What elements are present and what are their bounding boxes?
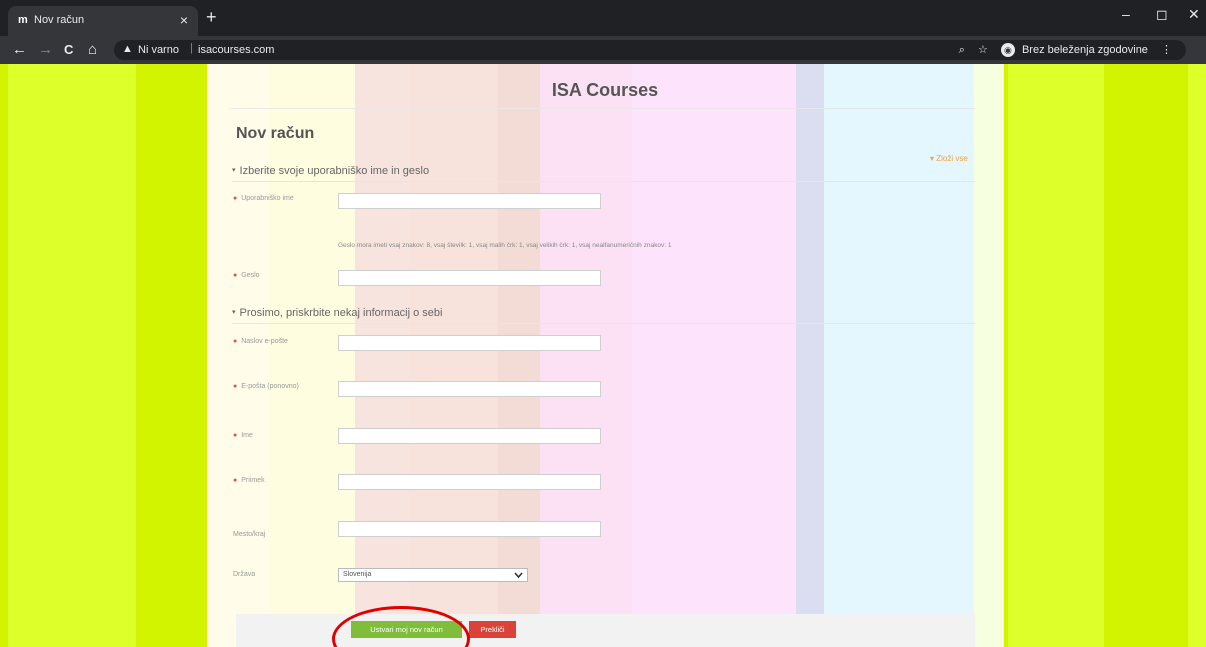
email-input[interactable]: [338, 335, 601, 351]
section-username-password[interactable]: ▾ Izberite svoje uporabniško ime in geslo: [232, 165, 429, 177]
url-separator: |: [190, 42, 193, 54]
cancel-button[interactable]: Prekliči: [469, 621, 516, 638]
password-input[interactable]: [338, 270, 601, 286]
back-arrow-icon[interactable]: ←: [12, 41, 27, 59]
lastname-input[interactable]: [338, 474, 601, 490]
browser-toolbar: ← → C ⌂ ▲ Ni varno | isacourses.com ⌕ ☆ …: [0, 36, 1206, 64]
page-viewport: ISA Courses Nov račun ▾ Zloži vse ▾ Izber…: [0, 64, 1206, 647]
email-label: ● Naslov e-pošte: [233, 338, 288, 345]
email-repeat-label: ● E-pošta (ponovno): [233, 383, 299, 390]
background-strip: [632, 64, 796, 647]
required-icon: ●: [233, 477, 238, 484]
header-divider: [230, 108, 975, 109]
section-divider: [232, 323, 975, 324]
background-strip: [355, 64, 410, 647]
browser-tab[interactable]: m Nov račun ×: [8, 6, 198, 36]
background-strip: [974, 64, 1004, 647]
page-title: Nov račun: [236, 125, 315, 142]
site-title[interactable]: ISA Courses: [500, 80, 710, 101]
collapse-all-link[interactable]: ▾ Zloži vse: [930, 154, 968, 163]
background-strip: [824, 64, 974, 647]
collapse-triangle-icon: ▾: [232, 309, 236, 316]
required-icon: ●: [233, 338, 238, 345]
required-icon: ●: [233, 383, 238, 390]
country-select[interactable]: Slovenija: [338, 568, 528, 582]
url-text[interactable]: isacourses.com: [198, 44, 274, 56]
tab-close-icon[interactable]: ×: [180, 12, 188, 28]
city-label: Mesto/kraj: [233, 531, 266, 538]
reload-icon[interactable]: C: [64, 41, 73, 59]
chevron-down-icon: [514, 569, 523, 583]
required-icon: ●: [233, 195, 238, 202]
firstname-input[interactable]: [338, 428, 601, 444]
home-icon[interactable]: ⌂: [88, 41, 97, 59]
security-status[interactable]: Ni varno: [138, 44, 179, 56]
background-band: [8, 64, 136, 647]
forward-arrow-icon[interactable]: →: [38, 41, 53, 59]
zoom-icon[interactable]: ⌕: [959, 44, 965, 56]
username-label: ● Uporabniško ime: [233, 195, 294, 202]
section-divider: [232, 181, 975, 182]
background-strip: [498, 64, 540, 647]
tab-title: Nov račun: [34, 14, 85, 26]
warning-triangle-icon[interactable]: ▲: [122, 43, 133, 55]
incognito-icon[interactable]: ◉: [1000, 43, 1015, 58]
background-band: [1008, 64, 1104, 647]
close-window-button[interactable]: ✕: [1188, 6, 1200, 23]
email-repeat-input[interactable]: [338, 381, 601, 397]
lastname-label: ● Priimek: [233, 477, 265, 484]
required-icon: ●: [233, 272, 238, 279]
password-label: ● Geslo: [233, 272, 260, 279]
background-strip: [540, 64, 632, 647]
incognito-label: Brez beleženja zgodovine: [1021, 44, 1148, 56]
new-tab-button[interactable]: +: [206, 8, 217, 26]
background-strip: [796, 64, 824, 647]
country-label: Država: [233, 571, 256, 578]
section-legend: Izberite svoje uporabniško ime in geslo: [239, 165, 430, 177]
collapse-triangle-icon: ▾: [232, 167, 236, 174]
browser-menu-icon[interactable]: ⋮: [1161, 44, 1172, 56]
omnibox-actions: ⌕ ☆ ◉ Brez beleženja zgodovine ⋮: [949, 43, 1172, 58]
password-policy-hint: Geslo mora imeti vsaj znakov: 8, vsaj št…: [338, 242, 672, 249]
restore-button[interactable]: ◻: [1156, 6, 1168, 23]
browser-titlebar: m Nov račun × + – ◻ ✕: [0, 0, 1206, 36]
minimize-button[interactable]: –: [1122, 6, 1130, 22]
country-selected-value: Slovenija: [343, 571, 372, 578]
required-icon: ●: [233, 432, 238, 439]
bookmark-star-icon[interactable]: ☆: [978, 44, 988, 56]
section-personal-info[interactable]: ▾ Prosimo, priskrbite nekaj informacij o …: [232, 307, 442, 319]
background-strip: [270, 64, 355, 647]
firstname-label: ● Ime: [233, 432, 253, 439]
city-input[interactable]: [338, 521, 601, 537]
section-legend: Prosimo, priskrbite nekaj informacij o s…: [239, 307, 443, 319]
address-bar[interactable]: ▲ Ni varno | isacourses.com ⌕ ☆ ◉ Brez b…: [114, 40, 1186, 60]
username-input[interactable]: [338, 193, 601, 209]
background-strip: [410, 64, 498, 647]
site-favicon-icon: m: [18, 14, 28, 26]
background-band: [1188, 64, 1206, 647]
